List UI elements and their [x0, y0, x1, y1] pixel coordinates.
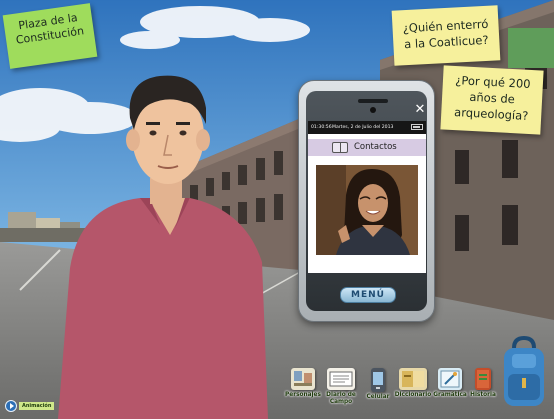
animation-label: Animación [19, 402, 55, 410]
backpack-icon[interactable] [498, 334, 550, 412]
video-call-feed [316, 165, 418, 255]
speaker-grille [358, 99, 388, 103]
grammar-icon [438, 368, 462, 390]
field-journal-icon [327, 368, 355, 390]
play-icon [5, 400, 17, 412]
toolbar-item-celular[interactable]: Celular [358, 368, 398, 401]
toolbar-item-historia[interactable]: Historia [466, 368, 500, 399]
status-date: Martes, 2 de Julio del 2013 [332, 125, 394, 130]
menu-button[interactable]: MENÚ [340, 287, 396, 303]
history-icon [475, 368, 491, 390]
dictionary-icon [399, 368, 427, 390]
toolbar-label-personajes: Personajes [285, 392, 321, 398]
toolbar-item-diario-de-campo[interactable]: Diario de Campo [320, 368, 362, 406]
background-illustration [0, 0, 554, 419]
toolbar-label-gramatica: Gramática [433, 392, 467, 398]
contacts-title: Contactos [354, 142, 397, 152]
question-note-2[interactable]: ¿Por qué 200 años de arqueología? [440, 65, 544, 135]
toolbar-label-diccionario: Diccionario [394, 392, 432, 398]
toolbar-item-diccionario[interactable]: Diccionario [393, 368, 433, 399]
characters-icon [291, 368, 315, 390]
woman-video-image [316, 165, 418, 255]
question-note-1[interactable]: ¿Quién enterró a la Coatlicue? [391, 5, 501, 66]
toolbar-item-personajes[interactable]: Personajes [283, 368, 323, 399]
camera-icon [370, 107, 376, 113]
status-time: 01:30:56 [311, 125, 332, 130]
battery-icon [411, 124, 423, 130]
toolbar-label-historia: Historia [470, 392, 496, 398]
scene: Plaza de la Constitución ¿Quién enterró … [0, 0, 554, 419]
toolbar-label-diario-line2: Campo [329, 399, 353, 405]
toolbar-label-celular: Celular [366, 394, 390, 400]
contacts-header: Contactos [308, 139, 426, 156]
contacts-book-icon [332, 142, 348, 153]
status-bar: 01:30:56 Martes, 2 de Julio del 2013 [308, 121, 426, 134]
phone-screen: 01:30:56 Martes, 2 de Julio del 2013 Con… [308, 121, 426, 273]
close-icon[interactable]: ✕ [413, 103, 427, 117]
cellphone-icon [371, 368, 385, 392]
toolbar-item-gramatica[interactable]: Gramática [430, 368, 470, 399]
toolbar-label-diario-line1: Diario de [326, 392, 356, 398]
